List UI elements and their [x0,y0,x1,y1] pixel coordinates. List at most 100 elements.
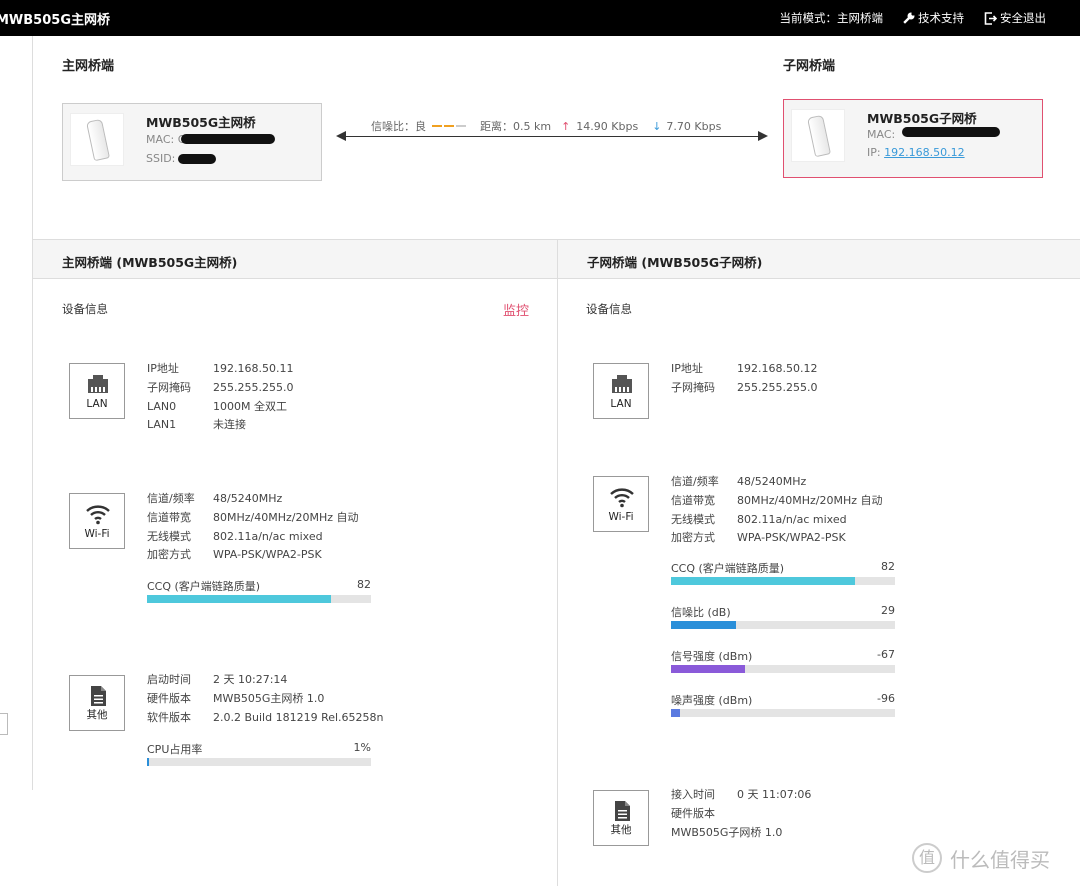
wifi-icon-label: Wi-Fi [608,511,634,523]
info-key: 信道带宽 [671,493,715,507]
info-row: 子网掩码 255.255.255.0 [147,379,293,398]
info-value: 192.168.50.12 [737,362,818,375]
info-key: 无线模式 [147,529,191,543]
arrow-left-icon [336,131,346,141]
metric-bar-fill [147,758,149,766]
watermark-text: 什么值得买 [950,847,1050,872]
slave-ip-link[interactable]: 192.168.50.12 [884,146,964,159]
metric-label-row: 信噪比 (dB) 29 [671,604,895,620]
metric-value: 29 [881,604,895,617]
signal-quality-icon [432,125,466,127]
lan-icon-label: LAN [86,398,108,410]
info-key: 信道/频率 [671,475,719,488]
wifi-icon-box: Wi-Fi [593,476,649,532]
metric-bar-fill [147,595,331,603]
upload-rate: 14.90 Kbps [576,119,639,133]
wifi-icon [86,505,110,525]
slave-device-card[interactable]: MWB505G子网桥 MAC: IP: 192.168.50.12 [783,99,1043,178]
metric-bar-track [671,621,895,629]
link-line [338,136,766,137]
tech-support-link[interactable]: 技术支持 [903,10,964,26]
master-other-info: 启动时间 2 天 10:27:14 硬件版本 MWB505G主网桥 1.0 软件版本 2.… [147,671,384,727]
redaction-scribble [181,134,275,144]
slave-panel-header: 子网桥端 (MWB505G子网桥) [558,240,1080,279]
info-value: 802.11a/n/ac mixed [213,529,323,543]
info-row: 信道/频率 48/5240MHz [671,473,883,492]
link-info: 信噪比： 良 距离： 0.5 km ↑ 14.90 Kbps ↓ 7.70 Kb… [371,118,721,134]
info-key: MWB505G子网桥 1.0 [671,825,783,839]
info-key: 子网掩码 [671,380,715,394]
info-key: 硬件版本 [147,691,191,705]
info-row: 接入时间 0 天 11:07:06 [671,786,811,805]
info-key: 子网掩码 [147,380,191,394]
current-mode-label: 当前模式：主网桥端 [779,11,884,25]
info-value: 2 天 10:27:14 [213,673,288,686]
metric-bar-track [147,595,371,603]
info-value: 未连接 [213,418,246,432]
metric-name: CPU占用率 [147,743,203,756]
slave-lan-info: IP地址 192.168.50.12 子网掩码 255.255.255.0 [671,360,817,398]
info-row: 软件版本 2.0.2 Build 181219 Rel.65258n [147,709,384,728]
slave-ip: IP: 192.168.50.12 [867,146,965,159]
info-key: 加密方式 [147,548,191,562]
info-row: 信道带宽 80MHz/40MHz/20MHz 自动 [671,492,883,511]
wifi-icon-label: Wi-Fi [84,528,110,540]
wrench-icon [903,12,915,24]
metric-bar-fill [671,577,855,585]
info-value: 80MHz/40MHz/20MHz 自动 [213,510,359,524]
info-key: LAN0 [147,399,177,413]
redaction-scribble [178,154,216,164]
metric-value: 1% [353,741,371,754]
download-arrow-icon: ↓ [652,119,662,133]
master-device-info-title: 设备信息 [62,302,108,316]
logout-label: 安全退出 [1000,11,1046,25]
lan-icon-box: LAN [593,363,649,419]
metric-name: CCQ (客户端链路质量) [671,562,785,575]
metric-value: 82 [881,560,895,573]
slave-other-info: 接入时间 0 天 11:07:06 硬件版本 MWB505G子网桥 1.0 [671,786,811,842]
bridge-device-image [70,113,124,166]
monitor-link[interactable]: 监控 [503,300,529,319]
metric-label-row: CCQ (客户端链路质量) 82 [147,578,371,594]
info-row: IP地址 192.168.50.12 [671,360,817,379]
lan-icon-label: LAN [610,398,632,410]
info-value: 192.168.50.11 [213,362,294,375]
metric-value: 82 [357,578,371,591]
slave-mac: MAC: [867,128,895,141]
metric-name: 信号强度 (dBm) [671,650,753,663]
info-value: 255.255.255.0 [737,380,818,394]
snr-label: 信噪比： [371,120,415,133]
document-icon [91,686,106,706]
master-device-card[interactable]: MWB505G主网桥 MAC: C SSID: [62,103,322,181]
slave-device-name: MWB505G子网桥 [867,111,977,126]
document-icon [615,801,630,821]
sidebar-collapse-handle[interactable] [0,713,8,735]
ssid-label: SSID: [146,152,176,165]
info-key: 信道/频率 [147,492,195,505]
slave-wifi-info: 信道/频率 48/5240MHz 信道带宽 80MHz/40MHz/20MHz 自动无… [671,473,883,548]
master-panel-header: 主网桥端 (MWB505G主网桥) [33,240,557,279]
metric-bar-track [147,758,371,766]
logout-link[interactable]: 安全退出 [984,10,1046,26]
metric-label-row: CPU占用率 1% [147,741,371,757]
master-lan-info: IP地址 192.168.50.11 子网掩码 255.255.255.0 LAN0 10… [147,360,293,435]
master-wifi-info: 信道/频率 48/5240MHz 信道带宽 80MHz/40MHz/20MHz 自动无… [147,490,359,565]
metric-name: CCQ (客户端链路质量) [147,580,261,593]
info-value: MWB505G主网桥 1.0 [213,691,325,705]
info-row: 加密方式 WPA-PSK/WPA2-PSK [671,529,883,548]
info-row: 信道带宽 80MHz/40MHz/20MHz 自动 [147,509,359,528]
info-key: 硬件版本 [671,806,715,820]
master-mac: MAC: C [146,133,185,146]
info-value: 48/5240MHz [213,492,283,505]
slave-topology-title: 子网桥端 [783,59,836,74]
mac-label: MAC: [867,128,896,141]
watermark-logo: 值 [912,843,942,873]
info-key: 信道带宽 [147,510,191,524]
info-value: WPA-PSK/WPA2-PSK [737,531,846,545]
metric-bar-fill [671,665,745,673]
info-row: IP地址 192.168.50.11 [147,360,293,379]
current-mode: 当前模式：主网桥端 [780,10,884,26]
info-row: 加密方式 WPA-PSK/WPA2-PSK [147,546,359,565]
info-value: 1000M 全双工 [213,399,287,413]
lan-icon-box: LAN [69,363,125,419]
